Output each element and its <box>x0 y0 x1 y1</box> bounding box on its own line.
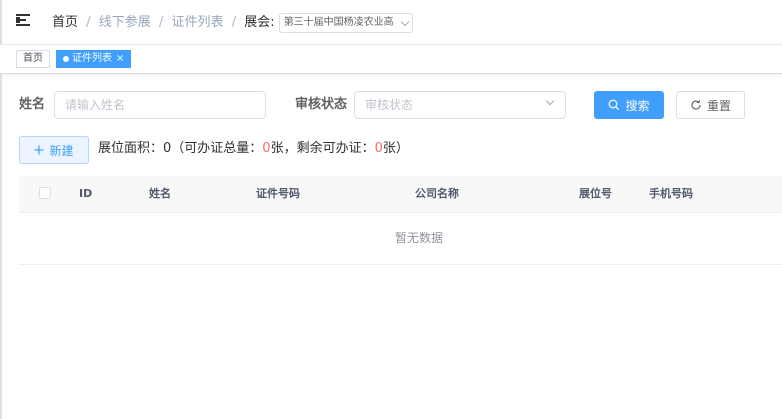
total-quota-value: 0 <box>262 141 271 156</box>
search-button[interactable]: 搜索 <box>594 91 664 119</box>
column-header-name: 姓名 <box>149 187 171 200</box>
expo-select[interactable]: 第三十届中国杨凌农业高 <box>278 13 413 33</box>
breadcrumb-separator: / <box>231 15 237 30</box>
reset-button-label: 重置 <box>706 98 731 113</box>
chevron-down-icon <box>545 96 555 106</box>
booth-area-summary: 展位面积：0（可办证总量：0张，剩余可办证：0张） <box>98 140 409 158</box>
expo-label: 展会: <box>244 15 275 30</box>
hamburger-menu-icon[interactable] <box>16 14 30 26</box>
column-header-id-number: 证件号码 <box>256 187 300 200</box>
breadcrumb-offline[interactable]: 线下参展 <box>99 14 151 32</box>
remaining-quota-value: 0 <box>374 141 383 156</box>
expo-select-value: 第三十届中国杨凌农业高 <box>283 17 394 28</box>
status-label: 审核状态 <box>295 97 348 112</box>
table-header: ID 姓名 证件号码 公司名称 展位号 手机号码 <box>19 176 782 213</box>
column-header-id: ID <box>79 187 93 200</box>
search-icon <box>608 99 620 111</box>
navbar: 首页 / 线下参展 / 证件列表 / 展会: 第三十届中国杨凌农业高 <box>0 0 782 44</box>
table-body: 暂无数据 <box>19 212 782 265</box>
breadcrumb: 首页 / 线下参展 / 证件列表 / 展会: 第三十届中国杨凌农业高 <box>52 13 413 33</box>
plus-icon <box>34 145 44 155</box>
area-middle: 张，剩余可办证： <box>270 141 375 156</box>
breadcrumb-list[interactable]: 证件列表 <box>172 14 224 32</box>
tags-view: 首页 证件列表 × <box>0 44 782 74</box>
breadcrumb-home[interactable]: 首页 <box>52 14 78 32</box>
select-all-checkbox[interactable] <box>39 187 51 199</box>
area-suffix: 张） <box>382 141 409 156</box>
breadcrumb-separator: / <box>86 15 91 30</box>
empty-state-text: 暂无数据 <box>395 231 444 245</box>
area-prefix: 展位面积：0（可办证总量： <box>98 141 263 156</box>
breadcrumb-separator: / <box>158 15 164 30</box>
column-header-phone: 手机号码 <box>649 187 693 200</box>
refresh-icon <box>690 99 702 111</box>
new-button-label: 新建 <box>49 143 74 158</box>
name-label: 姓名 <box>19 97 46 112</box>
tag-label: 证件列表 <box>72 53 112 64</box>
status-select-placeholder: 审核状态 <box>365 98 414 112</box>
column-header-booth: 展位号 <box>579 187 612 200</box>
new-button[interactable]: 新建 <box>19 136 89 164</box>
status-select[interactable]: 审核状态 <box>354 91 566 119</box>
active-dot-icon <box>63 56 69 62</box>
close-icon[interactable]: × <box>116 51 124 67</box>
name-input[interactable]: 请输入姓名 <box>54 91 266 119</box>
tag-home[interactable]: 首页 <box>16 50 50 68</box>
column-header-company: 公司名称 <box>415 187 459 200</box>
reset-button[interactable]: 重置 <box>676 91 745 119</box>
chevron-down-icon <box>400 17 409 26</box>
search-button-label: 搜索 <box>625 98 650 113</box>
tag-certificate-list[interactable]: 证件列表 × <box>56 50 132 68</box>
